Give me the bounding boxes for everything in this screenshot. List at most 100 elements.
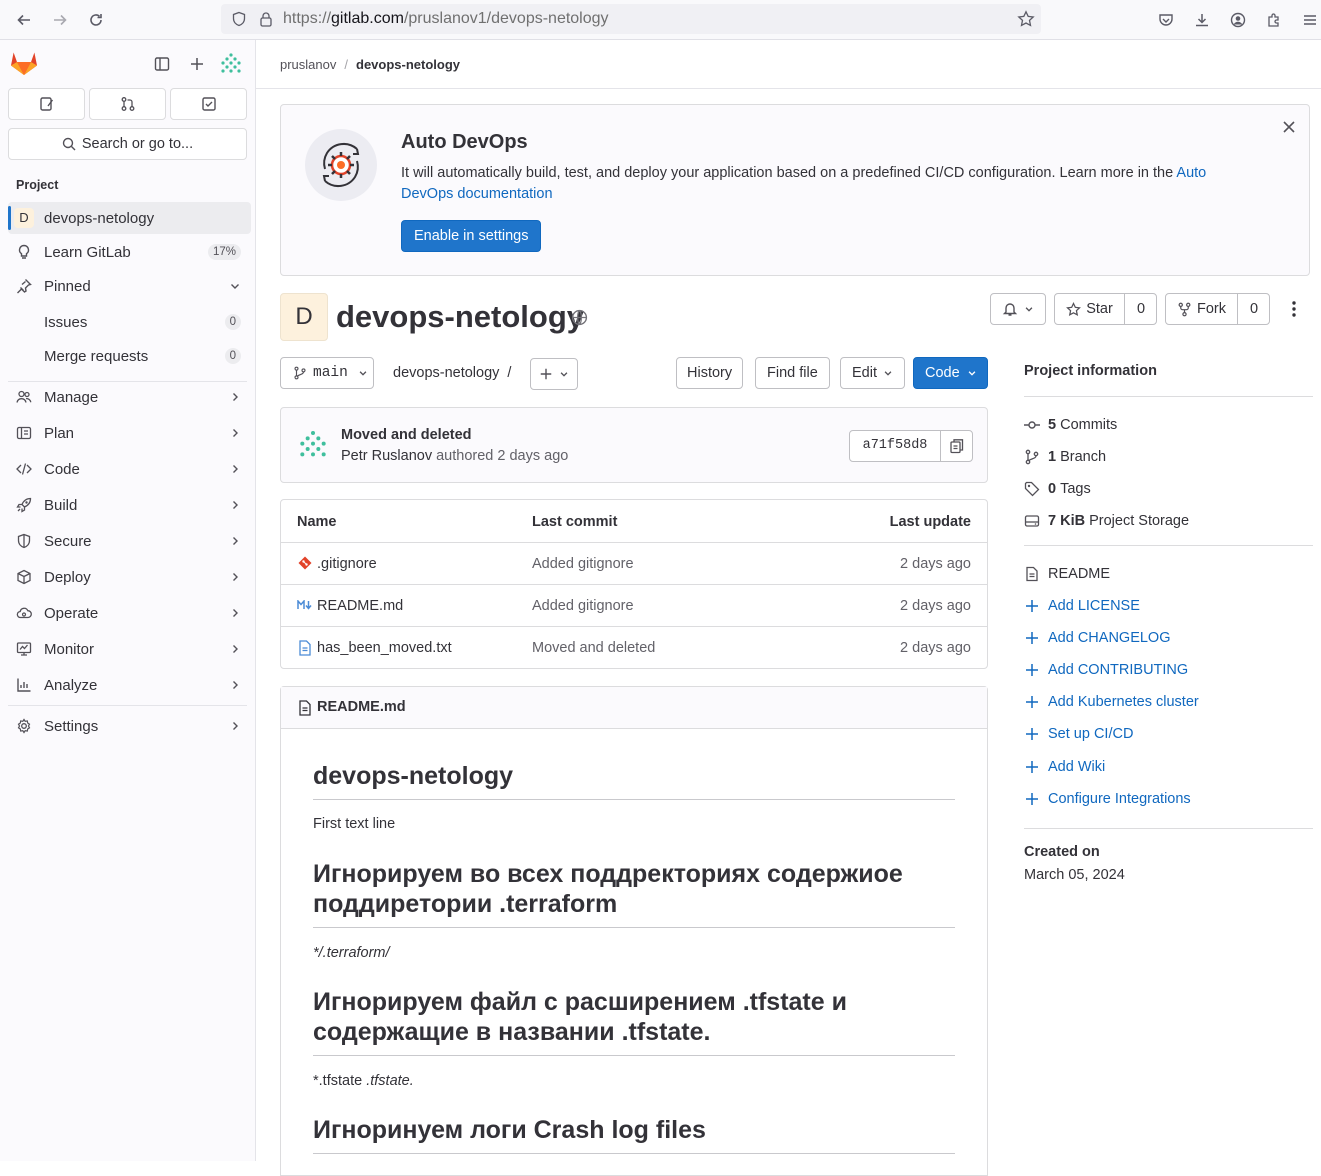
tags-link[interactable]: 0 Tags: [1024, 481, 1091, 497]
edit-dropdown-button[interactable]: Edit: [840, 357, 905, 389]
file-name-link[interactable]: README.md: [317, 598, 403, 614]
set-up-ci-cd-link[interactable]: Set up CI/CD: [1024, 726, 1133, 742]
user-avatar[interactable]: [219, 52, 243, 76]
breadcrumb-owner[interactable]: pruslanov: [280, 57, 336, 72]
sidebar-item-analyze[interactable]: Analyze: [8, 669, 251, 701]
code-icon: [16, 461, 32, 477]
notifications-button[interactable]: [990, 293, 1046, 325]
todo-shortcut-button[interactable]: [170, 88, 247, 120]
plus-icon[interactable]: [189, 56, 205, 72]
table-row[interactable]: .gitignore Added gitignore 2 days ago: [281, 542, 987, 584]
sidebar-item-secure[interactable]: Secure: [8, 525, 251, 557]
file-last-commit[interactable]: Moved and deleted: [532, 640, 655, 656]
sidebar-item-label: Manage: [44, 388, 99, 406]
add-kubernetes-cluster-link[interactable]: Add Kubernetes cluster: [1024, 694, 1199, 710]
commits-label: Commits: [1060, 417, 1118, 433]
commit-author[interactable]: Petr Ruslanov: [341, 448, 432, 464]
divider: [8, 705, 247, 706]
sidebar-item-project[interactable]: D devops-netology: [8, 202, 251, 234]
back-icon[interactable]: [12, 8, 36, 32]
star-button[interactable]: Star: [1055, 294, 1125, 324]
forward-icon[interactable]: [48, 8, 72, 32]
account-icon[interactable]: [1226, 8, 1250, 32]
add-wiki-link[interactable]: Add Wiki: [1024, 759, 1105, 775]
code-dropdown-button[interactable]: Code: [913, 357, 988, 389]
find-file-button[interactable]: Find file: [755, 357, 830, 389]
sidebar-item-merge-requests[interactable]: Merge requests 0: [8, 340, 251, 372]
menu-icon[interactable]: [1298, 8, 1321, 32]
repo-path-link[interactable]: devops-netology: [393, 365, 499, 381]
sidebar-item-build[interactable]: Build: [8, 489, 251, 521]
branches-link[interactable]: 1 Branch: [1024, 449, 1106, 465]
star-count[interactable]: 0: [1125, 294, 1157, 324]
tags-count: 0: [1048, 481, 1057, 497]
fork-count[interactable]: 0: [1238, 294, 1270, 324]
add-changelog-link[interactable]: Add CHANGELOG: [1024, 630, 1171, 646]
commit-sha[interactable]: a71f58d8: [850, 431, 941, 461]
action-label: Add Wiki: [1048, 759, 1106, 775]
sidebar-item-learn[interactable]: Learn GitLab 17%: [8, 236, 251, 268]
reload-icon[interactable]: [84, 8, 108, 32]
markdown-file-icon: [297, 600, 313, 610]
sidebar-item-settings[interactable]: Settings: [8, 710, 251, 742]
sidebar-item-issues[interactable]: Issues 0: [8, 306, 251, 338]
sidebar-item-pinned[interactable]: Pinned: [8, 270, 251, 302]
file-icon: [299, 700, 311, 716]
file-name-link[interactable]: has_been_moved.txt: [317, 640, 452, 656]
pocket-icon[interactable]: [1154, 8, 1178, 32]
add-to-tree-button[interactable]: [530, 358, 578, 390]
search-button[interactable]: Search or go to...: [8, 128, 247, 160]
file-last-commit[interactable]: Added gitignore: [532, 598, 634, 614]
file-last-update: 2 days ago: [900, 598, 971, 614]
extensions-icon[interactable]: [1262, 8, 1286, 32]
table-row[interactable]: README.md Added gitignore 2 days ago: [281, 584, 987, 626]
globe-icon: [571, 309, 588, 326]
sidebar-item-label: Issues: [44, 313, 88, 331]
file-last-commit[interactable]: Added gitignore: [532, 556, 634, 572]
sidebar-item-code[interactable]: Code: [8, 453, 251, 485]
storage-link[interactable]: 7 KiB Project Storage: [1024, 513, 1189, 529]
close-icon[interactable]: [1281, 119, 1297, 135]
sidebar-item-deploy[interactable]: Deploy: [8, 561, 251, 593]
readme-paragraph: *.tfstate .tfstate.: [313, 1073, 414, 1089]
branch-icon: [293, 366, 307, 380]
gitlab-logo-icon[interactable]: [10, 50, 38, 76]
action-label: Add CHANGELOG: [1048, 630, 1171, 646]
add-license-link[interactable]: Add LICENSE: [1024, 598, 1140, 614]
add-contributing-link[interactable]: Add CONTRIBUTING: [1024, 662, 1188, 678]
copy-icon[interactable]: [949, 438, 965, 454]
sidebar-item-manage[interactable]: Manage: [8, 381, 251, 413]
sidebar-item-monitor[interactable]: Monitor: [8, 633, 251, 665]
branch-selector[interactable]: main: [280, 357, 374, 389]
sidebar-item-label: Plan: [44, 424, 75, 442]
issues-shortcut-button[interactable]: [8, 88, 85, 120]
commit-message[interactable]: Moved and deleted: [341, 427, 472, 443]
table-row[interactable]: has_been_moved.txt Moved and deleted 2 d…: [281, 626, 987, 668]
download-icon[interactable]: [1190, 8, 1214, 32]
commits-link[interactable]: 5 Commits: [1024, 417, 1117, 433]
chevron-right-icon: [229, 499, 241, 511]
readme-filename[interactable]: README.md: [317, 699, 406, 715]
commit-icon: [1024, 417, 1040, 433]
breadcrumb-project[interactable]: devops-netology: [356, 57, 460, 72]
file-name-link[interactable]: .gitignore: [317, 556, 377, 572]
sidebar-item-operate[interactable]: Operate: [8, 597, 251, 629]
readme-panel: README.md devops-netology First text lin…: [280, 686, 988, 1176]
configure-integrations-link[interactable]: Configure Integrations: [1024, 791, 1191, 807]
enable-in-settings-button[interactable]: Enable in settings: [401, 220, 542, 252]
author-avatar[interactable]: [297, 429, 329, 461]
sidebar-toggle-icon[interactable]: [154, 56, 170, 72]
bookmark-star-icon[interactable]: [1017, 10, 1035, 28]
star-button-group: Star 0: [1054, 293, 1157, 325]
merge-requests-shortcut-button[interactable]: [89, 88, 166, 120]
more-actions-icon[interactable]: [1286, 300, 1302, 318]
sidebar-item-label: Deploy: [44, 568, 91, 586]
column-header-name: Name: [297, 514, 337, 530]
fork-button[interactable]: Fork: [1166, 294, 1238, 324]
readme-link[interactable]: README: [1024, 566, 1110, 582]
url-bar[interactable]: https://gitlab.com/pruslanov1/devops-net…: [221, 4, 1041, 34]
sidebar-item-label: Pinned: [44, 277, 91, 295]
sidebar-item-plan[interactable]: Plan: [8, 417, 251, 449]
history-button[interactable]: History: [676, 357, 744, 389]
lock-icon: [259, 11, 273, 27]
